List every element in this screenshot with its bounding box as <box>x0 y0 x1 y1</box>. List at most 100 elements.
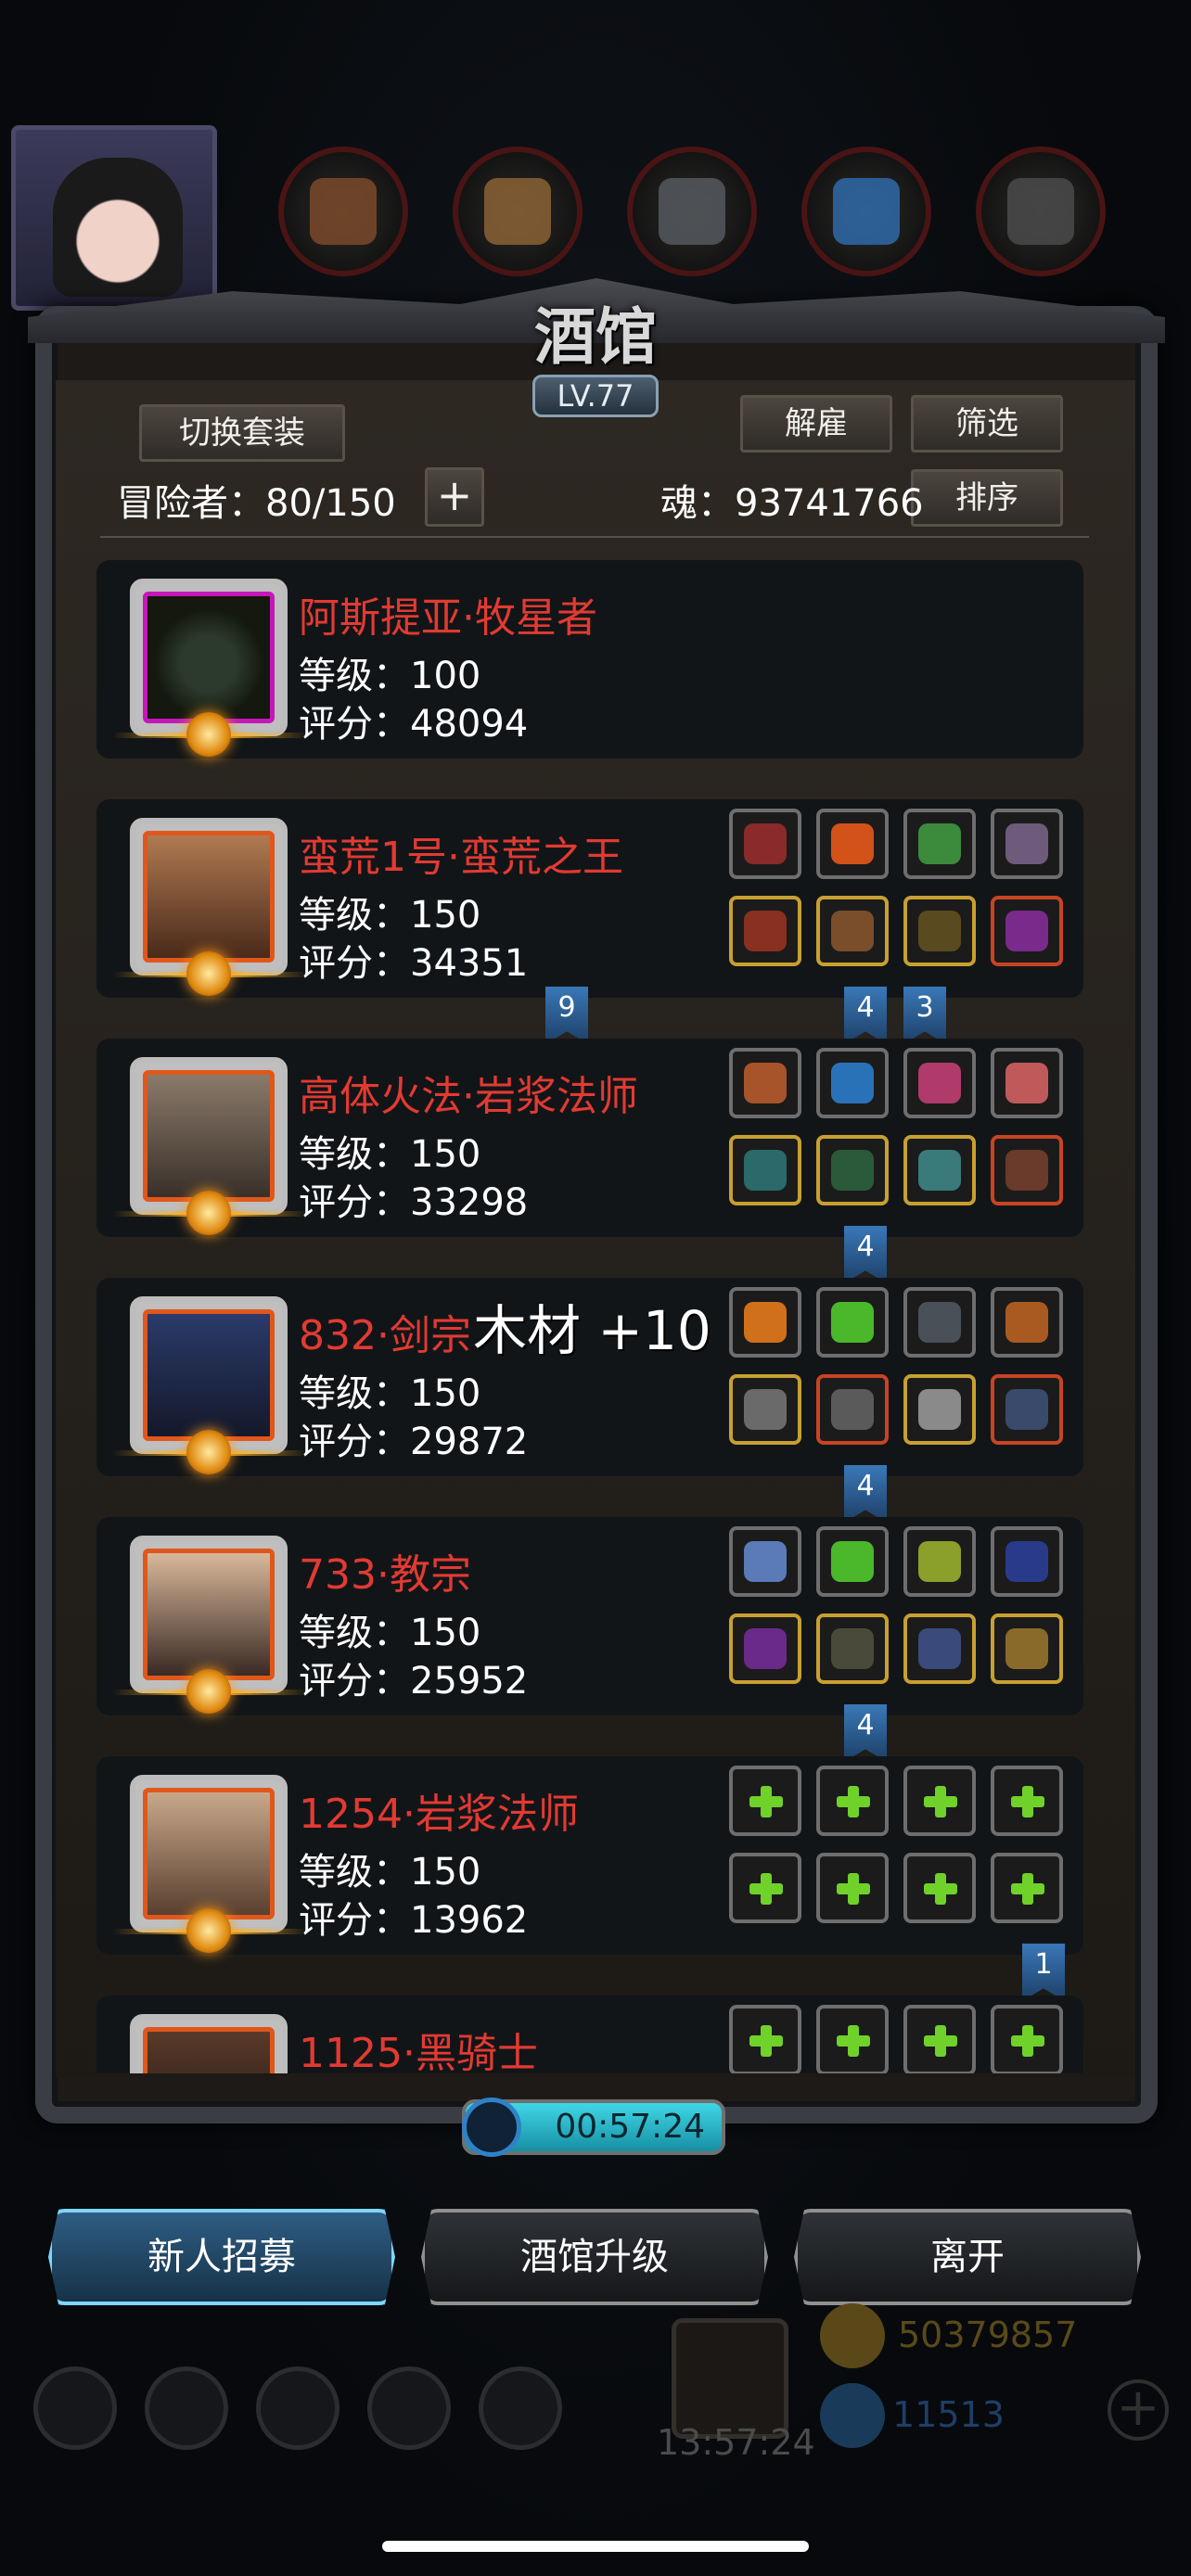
mask-equip-icon[interactable] <box>991 1526 1063 1597</box>
player-avatar[interactable] <box>11 125 217 311</box>
amulet-equip-icon[interactable] <box>903 809 976 879</box>
hero-name: 1254·岩浆法师 <box>299 1791 579 1838</box>
game-screen: 酒馆 LV.77 切换套装 解雇 筛选 排序 冒险者：80/150 + 魂：93… <box>0 0 1191 2576</box>
robe-equip-icon[interactable] <box>816 1613 889 1684</box>
level-tag: 9 <box>545 987 588 1044</box>
gift-chest-icon[interactable] <box>672 2318 788 2439</box>
add-equip-icon[interactable] <box>816 1853 889 1923</box>
filter-button[interactable]: 筛选 <box>911 395 1063 453</box>
level-tag: 4 <box>844 1465 887 1523</box>
rank-star-icon <box>186 1908 231 1953</box>
fire-orb-equip-icon[interactable] <box>816 809 889 879</box>
halo-equip-icon[interactable] <box>729 1526 801 1597</box>
timer-text: 00:57:24 <box>555 2108 705 2146</box>
rank-star-icon <box>186 1669 231 1714</box>
hood-equip-icon[interactable] <box>816 1135 889 1205</box>
add-equip-icon[interactable] <box>729 1766 801 1836</box>
round-shield-equip-icon[interactable] <box>991 1613 1063 1684</box>
chest-timer: 13:57:24 <box>657 2422 815 2463</box>
hero-score: 评分：25952 <box>299 1660 529 1702</box>
add-equip-icon[interactable] <box>816 1766 889 1836</box>
refresh-timer: 00:57:24 <box>462 2098 725 2157</box>
hero-portrait[interactable] <box>113 1296 308 1474</box>
add-equip-icon[interactable] <box>816 2005 889 2073</box>
feather-equip-icon[interactable] <box>991 809 1063 879</box>
green-gem-equip-icon[interactable] <box>816 1526 889 1597</box>
rune-equip-icon[interactable] <box>903 896 976 966</box>
hero-portrait[interactable] <box>113 1775 308 1953</box>
settings-icon[interactable] <box>33 2366 117 2450</box>
add-equip-icon[interactable] <box>903 2005 976 2073</box>
lantern-equip-icon[interactable] <box>903 1526 976 1597</box>
stone-resource-icon <box>976 147 1106 276</box>
add-equip-icon[interactable] <box>991 1766 1063 1836</box>
flame-crown-equip-icon[interactable] <box>729 1287 801 1358</box>
scepter-equip-icon[interactable] <box>903 1613 976 1684</box>
leave-button[interactable]: 离开 <box>794 2209 1141 2305</box>
hero-card[interactable]: 阿斯提亚·牧星者 等级：100 评分：48094 <box>96 560 1083 759</box>
axe-equip-icon[interactable] <box>729 896 801 966</box>
gauntlet-equip-icon[interactable] <box>903 1374 976 1445</box>
book-equip-icon[interactable] <box>991 1135 1063 1205</box>
green-crystal-equip-icon[interactable] <box>816 1287 889 1358</box>
level-tag: 1 <box>1022 1944 1065 2001</box>
add-equip-icon[interactable] <box>903 1853 976 1923</box>
blade-equip-icon[interactable] <box>729 1374 801 1445</box>
staff-equip-icon[interactable] <box>729 1135 801 1205</box>
tavern-upgrade-button[interactable]: 酒馆升级 <box>421 2209 768 2305</box>
achievement-icon[interactable] <box>145 2366 228 2450</box>
hero-level: 等级：150 <box>299 1851 481 1894</box>
hero-name: 阿斯提亚·牧星者 <box>299 594 597 642</box>
tavern-level-badge: LV.77 <box>532 375 659 417</box>
flask-equip-icon[interactable] <box>903 1048 976 1118</box>
brain-equip-icon[interactable] <box>991 1048 1063 1118</box>
helmet-equip-icon[interactable] <box>729 809 801 879</box>
hero-portrait[interactable] <box>113 579 308 757</box>
expand-capacity-button[interactable]: + <box>425 467 484 527</box>
potion-equip-icon[interactable] <box>991 896 1063 966</box>
hero-card[interactable]: 1254·岩浆法师 等级：150 评分：13962 <box>96 1756 1083 1955</box>
add-equip-icon[interactable] <box>729 1853 801 1923</box>
hero-portrait[interactable] <box>113 1536 308 1714</box>
hero-portrait[interactable] <box>130 2014 288 2073</box>
gold-amount: 50379857 <box>898 2315 1078 2355</box>
hero-card[interactable]: 1125·黑骑士 <box>96 1996 1083 2073</box>
shield-equip-icon[interactable] <box>991 1374 1063 1445</box>
hero-level: 等级：150 <box>299 1612 481 1654</box>
hero-name: 733·教宗 <box>299 1551 471 1599</box>
add-equip-icon[interactable] <box>991 1853 1063 1923</box>
spiked-armor-equip-icon[interactable] <box>816 1374 889 1445</box>
hero-score: 评分：13962 <box>299 1899 529 1942</box>
hero-card[interactable]: 蛮荒1号·蛮荒之王 等级：150 评分：34351 <box>96 799 1083 998</box>
hero-portrait[interactable] <box>113 1057 308 1235</box>
hero-level: 等级：100 <box>299 655 481 697</box>
add-equip-icon[interactable] <box>991 2005 1063 2073</box>
hero-card[interactable]: 733·教宗 等级：150 评分：25952 <box>96 1517 1083 1715</box>
hero-card[interactable]: 高体火法·岩浆法师 等级：150 评分：33298 <box>96 1039 1083 1237</box>
map-icon[interactable] <box>479 2366 562 2450</box>
iron-resource-icon <box>627 147 757 276</box>
mail-icon[interactable] <box>367 2366 451 2450</box>
adventurer-count: 冒险者：80/150 <box>117 482 396 525</box>
crystal-resource-icon <box>801 147 931 276</box>
hammer-equip-icon[interactable] <box>903 1287 976 1358</box>
armor-equip-icon[interactable] <box>816 896 889 966</box>
level-tag: 3 <box>903 987 946 1044</box>
guild-icon[interactable] <box>256 2366 339 2450</box>
spear-equip-icon[interactable] <box>991 1287 1063 1358</box>
home-indicator[interactable] <box>382 2541 809 2552</box>
sort-button[interactable]: 排序 <box>911 469 1063 527</box>
switch-outfit-button[interactable]: 切换套装 <box>139 404 345 462</box>
add-equip-icon[interactable] <box>729 2005 801 2073</box>
hero-portrait[interactable] <box>113 818 308 996</box>
panel-title: 酒馆 <box>534 300 657 373</box>
belt-equip-icon[interactable] <box>903 1135 976 1205</box>
wand-equip-icon[interactable] <box>729 1613 801 1684</box>
crown-equip-icon[interactable] <box>729 1048 801 1118</box>
ice-orb-equip-icon[interactable] <box>816 1048 889 1118</box>
dismiss-button[interactable]: 解雇 <box>740 395 892 453</box>
recruit-button[interactable]: 新人招募 <box>48 2209 395 2305</box>
add-equip-icon[interactable] <box>903 1766 976 1836</box>
add-currency-button[interactable]: + <box>1108 2379 1169 2441</box>
rank-star-icon <box>186 1191 231 1235</box>
